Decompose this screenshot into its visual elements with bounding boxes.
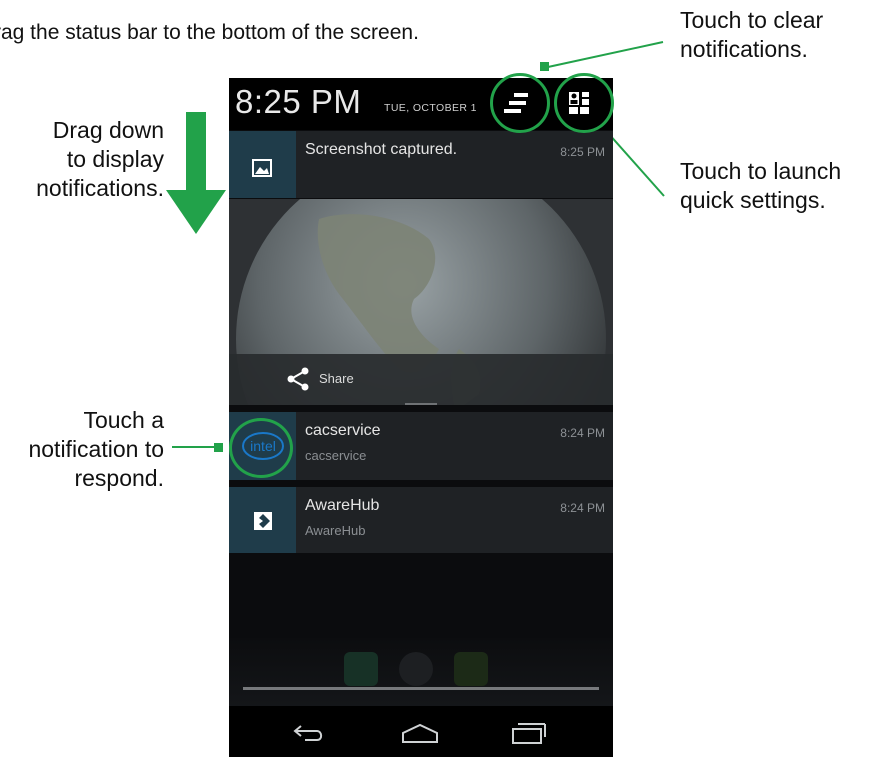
notification-awarehub[interactable]: AwareHub AwareHub 8:24 PM [229, 487, 613, 553]
notification-title: cacservice [305, 422, 381, 439]
share-label: Share [319, 371, 354, 386]
panel-drag-handle[interactable] [243, 687, 599, 690]
recent-apps-icon[interactable] [509, 720, 549, 746]
notification-subtitle: cacservice [305, 448, 367, 463]
notification-screenshot[interactable]: Screenshot captured. 8:25 PM [229, 131, 613, 198]
back-icon[interactable] [291, 722, 327, 744]
share-icon [287, 367, 309, 391]
notification-icon-box [229, 487, 296, 553]
navigation-bar [229, 706, 613, 757]
notification-title: AwareHub [305, 497, 380, 514]
home-dock-background [229, 638, 613, 706]
highlight-clear-button [490, 73, 550, 133]
dock-app-icon [454, 652, 488, 686]
notification-subtitle: AwareHub [305, 523, 366, 538]
share-action-bar[interactable]: Share [229, 354, 613, 405]
app-drawer-icon [399, 652, 433, 686]
phone-screen: 8:25 PM TUE, OCTOBER 1 Screenshot captur… [229, 78, 613, 757]
expand-handle [405, 403, 437, 405]
notification-time: 8:25 PM [560, 145, 605, 159]
notification-time: 8:24 PM [560, 501, 605, 515]
notification-time: 8:24 PM [560, 426, 605, 440]
notification-icon-box [229, 131, 296, 198]
notification-title: Screenshot captured. [305, 141, 458, 158]
home-icon[interactable] [400, 722, 440, 744]
clock-date: TUE, OCTOBER 1 [384, 102, 477, 114]
dock-app-icon [344, 652, 378, 686]
image-icon [252, 159, 272, 177]
highlight-quick-settings [554, 73, 614, 133]
clock-time: 8:25 PM [235, 83, 362, 120]
highlight-notification-icon [229, 418, 293, 478]
awarehub-icon [254, 512, 272, 530]
